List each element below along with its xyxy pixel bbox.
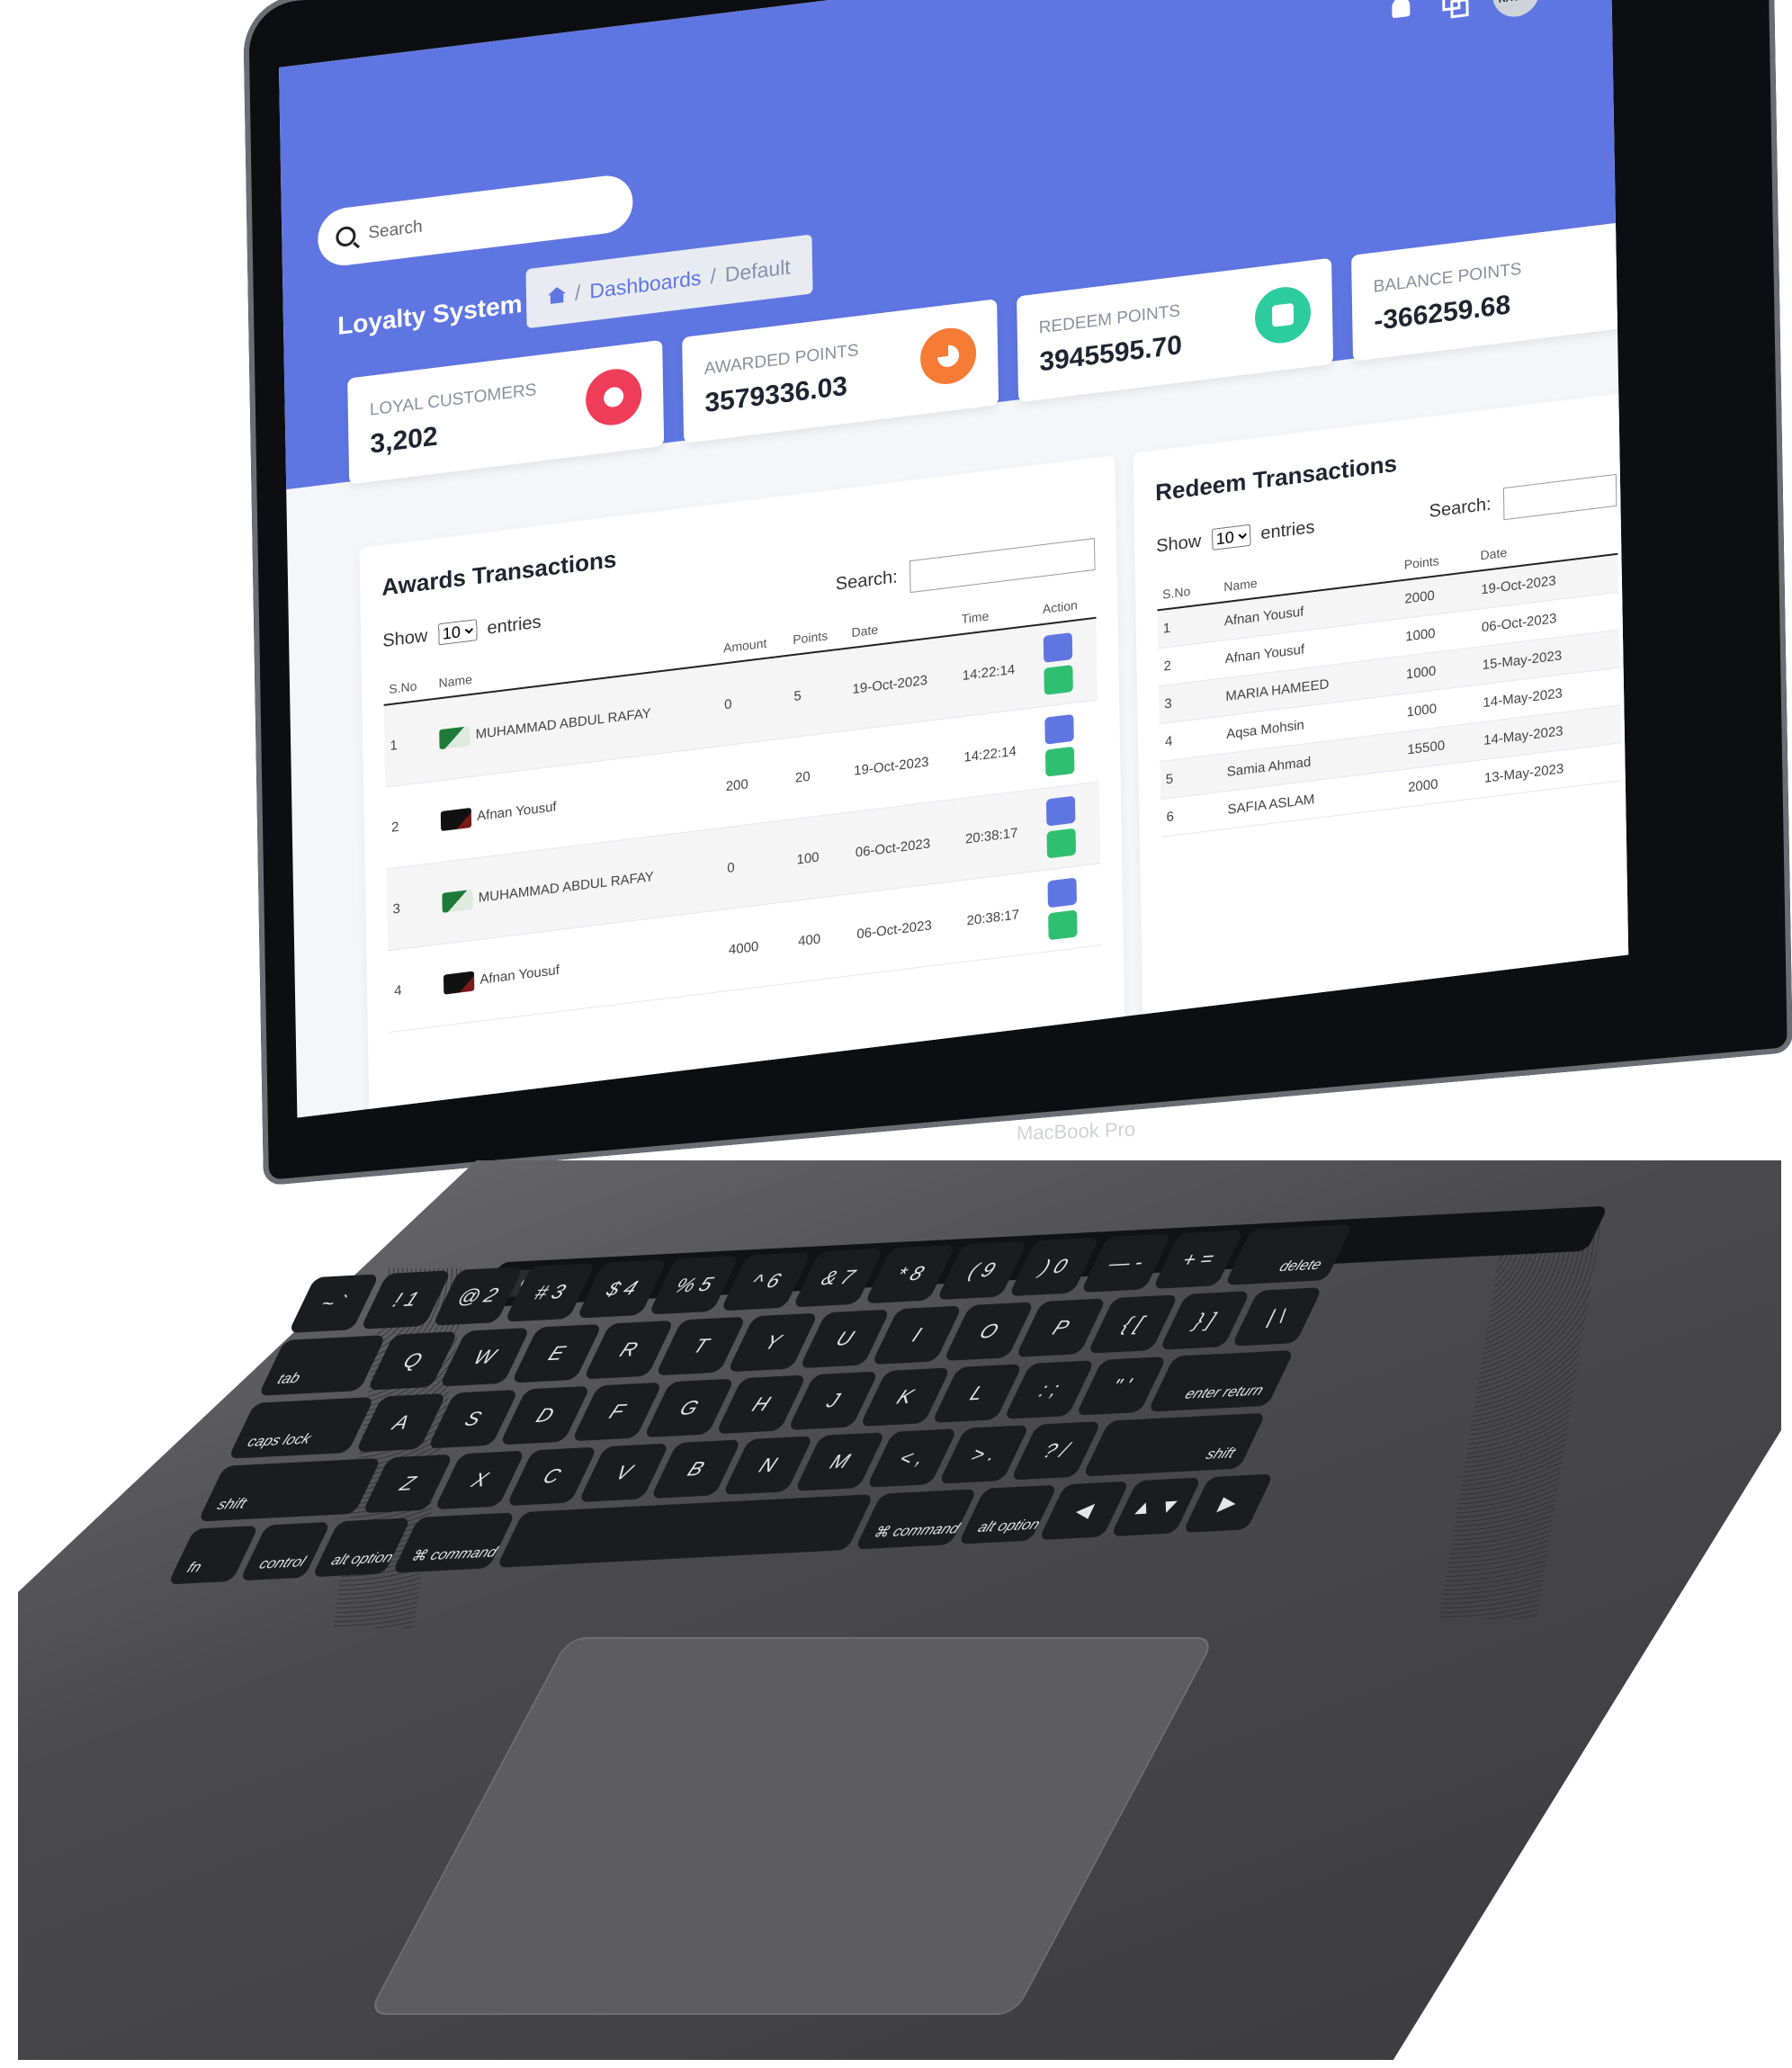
window-switch-icon[interactable]: [1442, 0, 1461, 12]
search-label: Search:: [1429, 494, 1492, 522]
cell-sno: 4: [388, 944, 440, 1033]
breadcrumb: / Dashboards / Default: [525, 234, 813, 329]
awards-panel: Awards Transactions Show 10 entries Sear…: [359, 455, 1126, 1118]
cell-time: 20:38:17: [960, 870, 1044, 962]
cell-amount: 4000: [722, 900, 793, 992]
key-shift-left[interactable]: shift: [197, 1457, 381, 1522]
cell-points: 400: [792, 893, 853, 983]
name-text: MUHAMMAD ABDUL RAFAY: [475, 705, 651, 743]
cell-amount: 0: [721, 819, 793, 910]
cell-date: 19-Oct-2023: [846, 634, 958, 731]
key-command-right[interactable]: ⌘ command: [854, 1489, 978, 1550]
search-label: Search:: [835, 567, 898, 595]
home-icon[interactable]: [548, 286, 566, 304]
cell-date: 19-Oct-2023: [847, 717, 960, 812]
name-text: MUHAMMAD ABDUL RAFAY: [478, 869, 654, 906]
page-size-select[interactable]: 10: [437, 619, 478, 646]
cell-date: 06-Oct-2023: [848, 798, 961, 894]
print-button[interactable]: [1047, 877, 1077, 909]
view-button[interactable]: [1044, 665, 1073, 695]
view-button[interactable]: [1046, 828, 1076, 859]
search-box[interactable]: Search: [317, 172, 633, 269]
cell-time: 14:22:14: [957, 707, 1041, 799]
loyalty-card-icon: [441, 807, 472, 832]
key-shift-right[interactable]: shift: [1082, 1412, 1267, 1477]
page-title: Loyalty System: [336, 289, 523, 341]
awards-search-input[interactable]: [909, 537, 1096, 594]
awards-page-size: Show 10 entries: [382, 611, 542, 652]
top-icons: L•GIC RACKS: [1392, 0, 1540, 31]
cell-amount: 0: [718, 655, 790, 747]
cell-date: 06-Oct-2023: [850, 880, 963, 976]
name-text: Afnan Yousuf: [477, 799, 557, 825]
loyalty-card-icon: [442, 889, 474, 913]
breadcrumb-default: Default: [724, 254, 791, 286]
redeem-search-input[interactable]: [1502, 473, 1617, 521]
key-command-left[interactable]: ⌘ command: [391, 1512, 515, 1573]
key-space[interactable]: [496, 1494, 874, 1568]
show-label: Show: [382, 625, 428, 651]
search-icon: [336, 225, 356, 248]
print-button[interactable]: [1044, 713, 1074, 745]
loyalty-card-icon: [444, 971, 475, 995]
page-size-select[interactable]: 10: [1211, 524, 1251, 551]
cell-action: [1038, 700, 1099, 789]
cell-sno: 2: [385, 781, 437, 869]
view-button[interactable]: [1047, 909, 1078, 941]
entries-label: entries: [487, 612, 542, 639]
bell-icon[interactable]: [1392, 0, 1411, 19]
redeem-page-size: Show 10 entries: [1156, 516, 1315, 558]
breadcrumb-separator: /: [574, 280, 581, 305]
redeem-table: S.No Name Points Date 1 Afnan Yousuf 2000 1…: [1156, 524, 1622, 837]
avatar[interactable]: L•GIC RACKS: [1492, 0, 1540, 20]
keyboard: ~ ` ! 1 @ 2 # 3 $ 4 % 5 ^ 6 & 7 * 8 ( 9 …: [143, 1212, 1608, 1637]
breadcrumb-separator: /: [710, 264, 717, 288]
print-button[interactable]: [1043, 632, 1072, 663]
cell-time: 20:38:17: [959, 788, 1042, 881]
cell-action: [1037, 617, 1098, 708]
cell-points: 2000: [1402, 760, 1480, 808]
cell-time: 14:22:14: [956, 624, 1039, 718]
view-button[interactable]: [1044, 746, 1075, 777]
cell-points: 20: [789, 730, 849, 819]
cell-points: 5: [787, 648, 848, 739]
print-button[interactable]: [1045, 795, 1076, 827]
show-label: Show: [1156, 531, 1202, 557]
cell-sno: 1: [383, 699, 435, 788]
entries-label: entries: [1260, 517, 1315, 544]
breadcrumb-dashboards[interactable]: Dashboards: [589, 265, 701, 303]
cell-amount: 200: [719, 738, 791, 828]
redeem-search: Search:: [1429, 473, 1617, 529]
key-delete[interactable]: delete: [1224, 1224, 1353, 1285]
device-brand-label: MacBook Pro: [1017, 1117, 1136, 1145]
cell-sno: 3: [386, 863, 438, 951]
cell-points: 100: [790, 811, 851, 901]
key-tab[interactable]: tab: [257, 1335, 387, 1396]
key-return[interactable]: enter return: [1147, 1349, 1295, 1412]
screen: Search L•GIC RACKS Loyalty System / Dash…: [279, 0, 1629, 1118]
loyalty-card-icon: [439, 726, 470, 750]
awards-table: S.No Name Amount Points Date Time Action…: [383, 587, 1102, 1033]
name-text: Afnan Yousuf: [479, 962, 560, 988]
cell-action: [1041, 863, 1102, 953]
cell-action: [1040, 781, 1101, 871]
cell-sno: 6: [1160, 792, 1223, 837]
search-input[interactable]: Search: [368, 217, 423, 243]
